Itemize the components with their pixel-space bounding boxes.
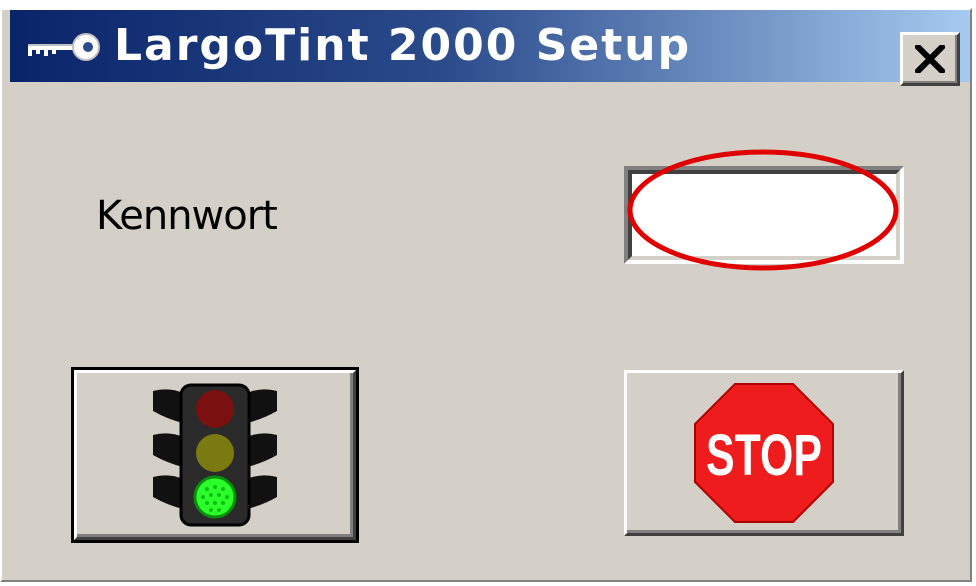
close-icon	[915, 45, 945, 73]
key-icon	[28, 33, 100, 61]
window-title: LargoTint 2000 Setup	[114, 20, 692, 71]
stop-sign-text: STOP	[706, 423, 822, 488]
password-input[interactable]	[636, 178, 896, 254]
stop-button[interactable]: STOP	[624, 370, 904, 536]
title-bar[interactable]: LargoTint 2000 Setup	[10, 10, 970, 86]
password-field-frame[interactable]	[624, 166, 904, 264]
start-button[interactable]	[71, 367, 359, 543]
password-label: Kennwort	[96, 193, 278, 239]
stop-sign-icon: STOP	[694, 383, 834, 523]
traffic-light-icon	[153, 383, 277, 527]
close-button[interactable]	[900, 32, 960, 86]
